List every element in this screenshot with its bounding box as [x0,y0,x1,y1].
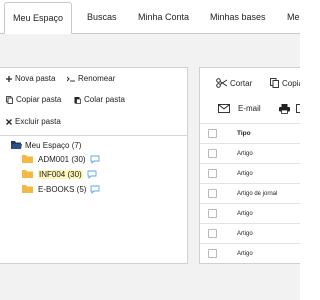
tab-meu-espaco[interactable]: Meu Espaço [4,2,72,34]
plus-icon [6,75,12,82]
comment-icon[interactable] [87,170,97,179]
column-header-type[interactable]: Tipo [237,130,251,137]
paste-folder-label: Colar pasta [84,95,125,104]
new-folder-label: Nova pasta [15,74,56,83]
cut-label: Cortar [230,78,253,88]
folder-label: ADM001 (30) [38,154,86,164]
table-row[interactable]: Artigo [200,224,300,244]
copy-icon [6,95,13,104]
printer-icon [279,104,290,114]
comment-icon[interactable] [90,185,100,194]
table-row[interactable]: Artigo [200,164,300,184]
delete-folder-label: Excluir pasta [15,117,61,126]
copy-button[interactable]: Copia [270,78,300,88]
comment-icon[interactable] [90,155,100,164]
row-type: Artigo [237,150,253,157]
row-checkbox[interactable] [208,209,217,218]
table-row[interactable]: Artigo [200,144,300,164]
tree-folder-adm001[interactable]: ADM001 (30) [22,153,100,165]
print-button[interactable] [279,104,293,114]
document-panel: Cortar Copia E-mail Tipo Artigo Artigo A… [199,67,300,264]
copy-label: Copia [282,78,300,88]
copy-icon [270,78,279,88]
rename-icon [67,76,75,81]
row-checkbox[interactable] [208,149,217,158]
folder-label: INF004 (30) [38,169,83,179]
grid-header: Tipo [200,123,300,144]
tab-minha-conta[interactable]: Minha Conta [138,2,189,32]
scissors-icon [216,78,227,88]
table-row[interactable]: Artigo de jornal [200,184,300,204]
tree-root[interactable]: Meu Espaço (7) [11,139,81,151]
table-row[interactable]: Artigo [200,204,300,224]
tree-folder-ebooks[interactable]: E-BOOKS (5) [22,183,100,195]
folder-panel: Nova pasta Renomear Copiar pasta Colar p… [0,67,188,264]
rename-button[interactable]: Renomear [67,74,115,83]
copy-folder-button[interactable]: Copiar pasta [6,95,61,104]
new-folder-button[interactable]: Nova pasta [6,74,55,83]
row-checkbox[interactable] [208,189,217,198]
tab-more[interactable]: Me [287,2,300,32]
row-checkbox[interactable] [208,229,217,238]
toolbar-divider [0,135,187,136]
tree-folder-inf004[interactable]: INF004 (30) [22,168,97,180]
email-button[interactable]: E-mail [218,104,261,113]
tree-root-label: Meu Espaço (7) [25,140,82,150]
table-row[interactable]: Artigo [200,244,300,263]
paste-icon [74,96,81,104]
row-checkbox[interactable] [208,169,217,178]
close-icon [6,118,12,125]
envelope-icon [218,104,230,113]
tab-minhas-bases[interactable]: Minhas bases [210,2,266,32]
row-checkbox[interactable] [208,249,217,258]
copy-folder-label: Copiar pasta [16,95,62,104]
row-type: Artigo [237,250,253,257]
row-type: Artigo de jornal [237,190,278,197]
row-type: Artigo [237,210,253,217]
cut-button[interactable]: Cortar [216,78,252,88]
overflow-icon [296,104,300,113]
row-type: Artigo [237,230,253,237]
delete-folder-button[interactable]: Excluir pasta [6,117,61,126]
folder-label: E-BOOKS (5) [38,184,87,194]
folder-icon [22,155,33,163]
rename-label: Renomear [78,74,116,83]
folder-icon [22,185,33,193]
row-type: Artigo [237,170,253,177]
tab-bar: Meu Espaço Buscas Minha Conta Minhas bas… [0,0,300,34]
paste-folder-button[interactable]: Colar pasta [74,95,125,104]
folder-open-icon [11,141,22,149]
email-label: E-mail [238,104,261,113]
tab-buscas[interactable]: Buscas [87,2,117,32]
more-button[interactable] [296,104,300,113]
select-all-checkbox[interactable] [208,129,217,138]
folder-icon [22,170,33,178]
